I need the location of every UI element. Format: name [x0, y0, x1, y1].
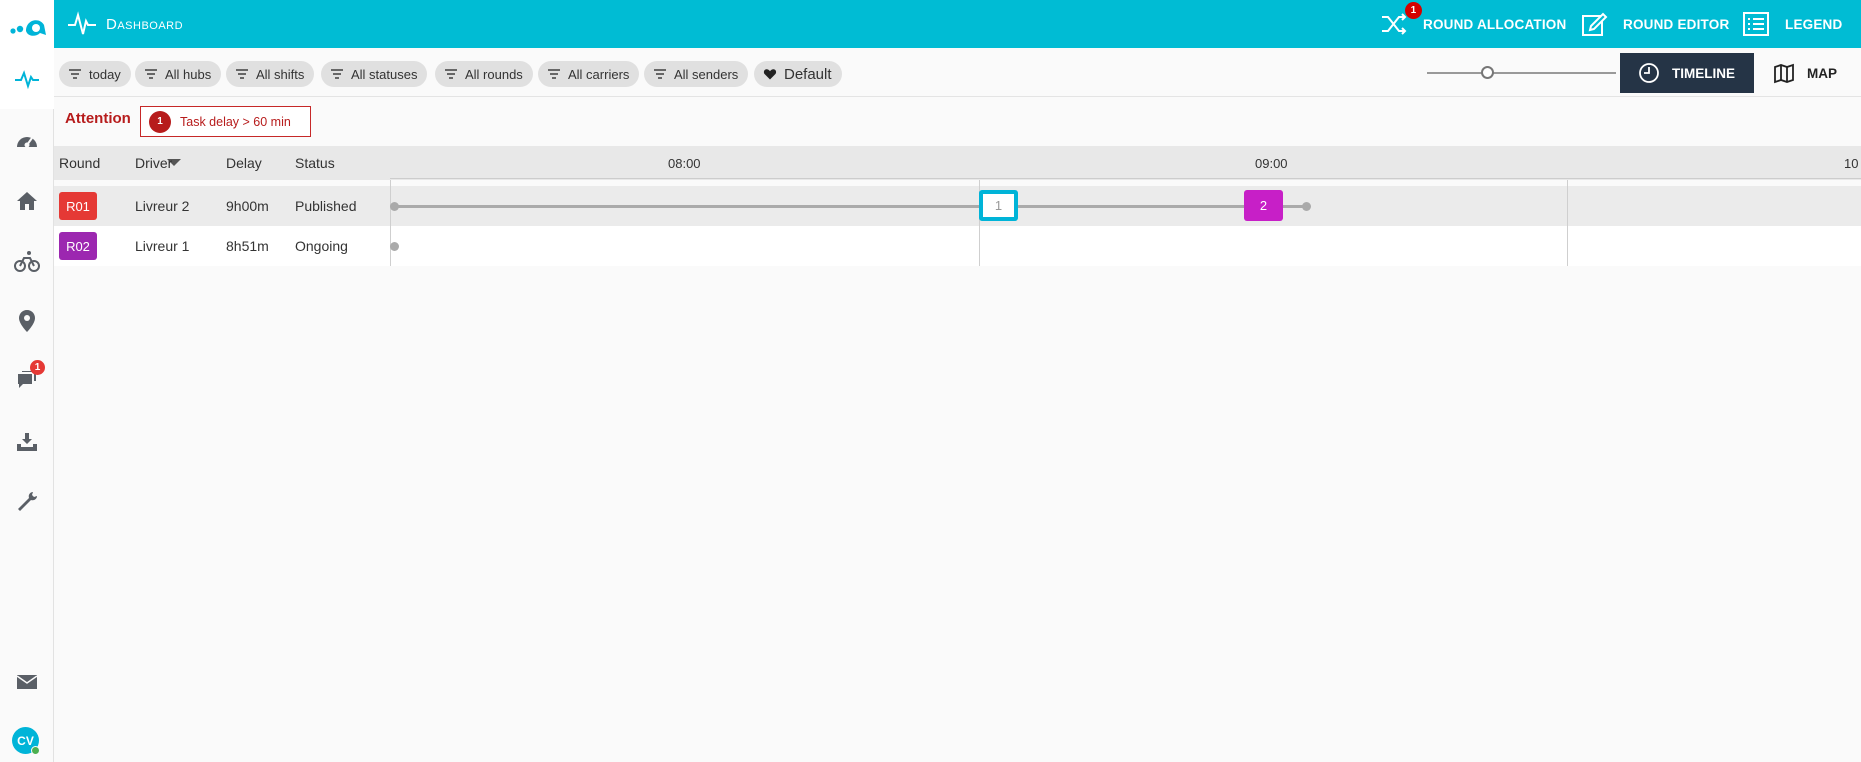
- edit-icon: [1582, 12, 1608, 36]
- round-allocation-badge: 1: [1405, 2, 1422, 19]
- filter-chip-carriers[interactable]: All carriers: [538, 61, 640, 87]
- filter-icon: [69, 69, 81, 79]
- column-header-delay[interactable]: Delay: [226, 155, 262, 171]
- page-title: Dashboard: [106, 15, 184, 33]
- sidebar-item-hubs[interactable]: [0, 172, 54, 230]
- list-icon: [1743, 12, 1769, 36]
- filter-icon: [236, 69, 248, 79]
- location-pin-icon: [19, 310, 35, 332]
- timeline-header-divider: [390, 178, 1861, 179]
- alert-text: Task delay > 60 min: [180, 114, 291, 129]
- map-icon: [1774, 63, 1794, 84]
- legend-button[interactable]: LEGEND: [1741, 0, 1842, 48]
- round-editor-button[interactable]: ROUND EDITOR: [1579, 0, 1729, 48]
- timeline-label-1000: 10: [1844, 156, 1859, 171]
- wrench-icon: [18, 492, 37, 511]
- filter-icon: [145, 69, 157, 79]
- task-marker[interactable]: 1: [979, 190, 1018, 221]
- online-status-dot: [31, 746, 40, 755]
- round-allocation-label: ROUND ALLOCATION: [1423, 16, 1567, 32]
- alert-task-delay[interactable]: 1 Task delay > 60 min: [140, 106, 311, 137]
- filter-chip-rounds[interactable]: All rounds: [435, 61, 533, 87]
- zoom-slider-track[interactable]: [1427, 72, 1616, 74]
- attention-label: Attention: [65, 110, 131, 127]
- column-header-status[interactable]: Status: [295, 155, 335, 171]
- download-tray-icon: [17, 433, 37, 451]
- sidebar-item-performance[interactable]: [0, 112, 54, 170]
- filter-chip-label: All senders: [674, 66, 739, 82]
- timeline-label-0800: 08:00: [668, 156, 701, 171]
- filter-chip-label: All rounds: [465, 66, 523, 82]
- round-badge[interactable]: R02: [59, 232, 97, 260]
- home-icon: [17, 192, 37, 210]
- timeline-gridline: [1567, 180, 1568, 266]
- timeline-gridline: [390, 180, 391, 266]
- map-view-button[interactable]: MAP: [1773, 53, 1837, 93]
- filter-chip-label: today: [89, 66, 121, 82]
- table-header: Round Driver Delay Status 08:00 09:00 10: [54, 146, 1861, 180]
- filter-chip-label: Default: [784, 65, 832, 83]
- table-row[interactable]: R02 Livreur 1 8h51m Ongoing: [54, 226, 1861, 266]
- column-header-driver[interactable]: Driver: [135, 155, 172, 171]
- shuffle-icon: [1382, 13, 1407, 35]
- round-editor-label: ROUND EDITOR: [1623, 16, 1730, 32]
- sidebar: 1 CV: [0, 0, 54, 762]
- filter-icon: [654, 69, 666, 79]
- filter-icon: [331, 69, 343, 79]
- filter-chip-label: All statuses: [351, 66, 418, 82]
- sidebar-item-carriers[interactable]: [0, 232, 54, 290]
- sidebar-item-import[interactable]: [0, 413, 54, 471]
- driver-cell: Livreur 1: [135, 238, 190, 254]
- app-logo[interactable]: [0, 0, 54, 48]
- filter-chip-date[interactable]: today: [59, 61, 131, 87]
- timeline-view-button[interactable]: TIMELINE: [1620, 53, 1754, 93]
- driver-cell: Livreur 2: [135, 198, 190, 214]
- activity-icon: [68, 11, 96, 35]
- filter-chip-label: All shifts: [256, 66, 305, 82]
- legend-label: LEGEND: [1785, 16, 1843, 32]
- logo-icon: [10, 20, 46, 36]
- sidebar-item-locations[interactable]: [0, 292, 54, 350]
- filter-chip-senders[interactable]: All senders: [644, 61, 749, 87]
- status-cell: Published: [295, 198, 357, 214]
- round-start-dot: [390, 202, 399, 211]
- heart-icon: [763, 69, 777, 80]
- filter-icon: [548, 69, 560, 79]
- filter-chip-statuses[interactable]: All statuses: [321, 61, 428, 87]
- sidebar-item-dashboard[interactable]: [0, 48, 54, 109]
- map-view-label: MAP: [1807, 65, 1837, 81]
- filter-chip-shifts[interactable]: All shifts: [226, 61, 315, 87]
- delay-cell: 8h51m: [226, 238, 269, 254]
- filter-preset-default[interactable]: Default: [754, 61, 842, 87]
- mail-icon: [16, 675, 38, 689]
- round-badge[interactable]: R01: [59, 192, 97, 220]
- activity-icon: [15, 69, 39, 89]
- filter-chip-label: All carriers: [568, 66, 630, 82]
- alert-count-badge: 1: [149, 110, 171, 133]
- task-marker[interactable]: 2: [1244, 190, 1283, 221]
- filter-chip-hubs[interactable]: All hubs: [135, 61, 222, 87]
- round-timeline-track: [394, 205, 1306, 208]
- round-start-dot: [390, 242, 399, 251]
- messages-badge: 1: [30, 360, 45, 375]
- filter-chip-label: All hubs: [165, 66, 212, 82]
- sidebar-item-settings[interactable]: [0, 473, 54, 531]
- filter-icon: [445, 69, 457, 79]
- speedometer-icon: [17, 137, 37, 148]
- sidebar-item-messages[interactable]: 1: [0, 351, 54, 409]
- topbar: Dashboard 1 ROUND ALLOCATION ROUND EDITO…: [54, 0, 1861, 48]
- app-title[interactable]: Dashboard: [66, 0, 183, 48]
- status-cell: Ongoing: [295, 238, 348, 254]
- clock-icon: [1639, 63, 1659, 83]
- delay-cell: 9h00m: [226, 198, 269, 214]
- column-header-round[interactable]: Round: [59, 155, 100, 171]
- sidebar-item-mail[interactable]: [0, 653, 54, 711]
- timeline-view-label: TIMELINE: [1672, 65, 1735, 81]
- round-end-dot: [1302, 202, 1311, 211]
- round-allocation-button[interactable]: 1 ROUND ALLOCATION: [1379, 0, 1566, 48]
- timeline-label-0900: 09:00: [1255, 156, 1288, 171]
- zoom-slider-handle[interactable]: [1481, 66, 1494, 79]
- bicycle-icon: [14, 251, 40, 272]
